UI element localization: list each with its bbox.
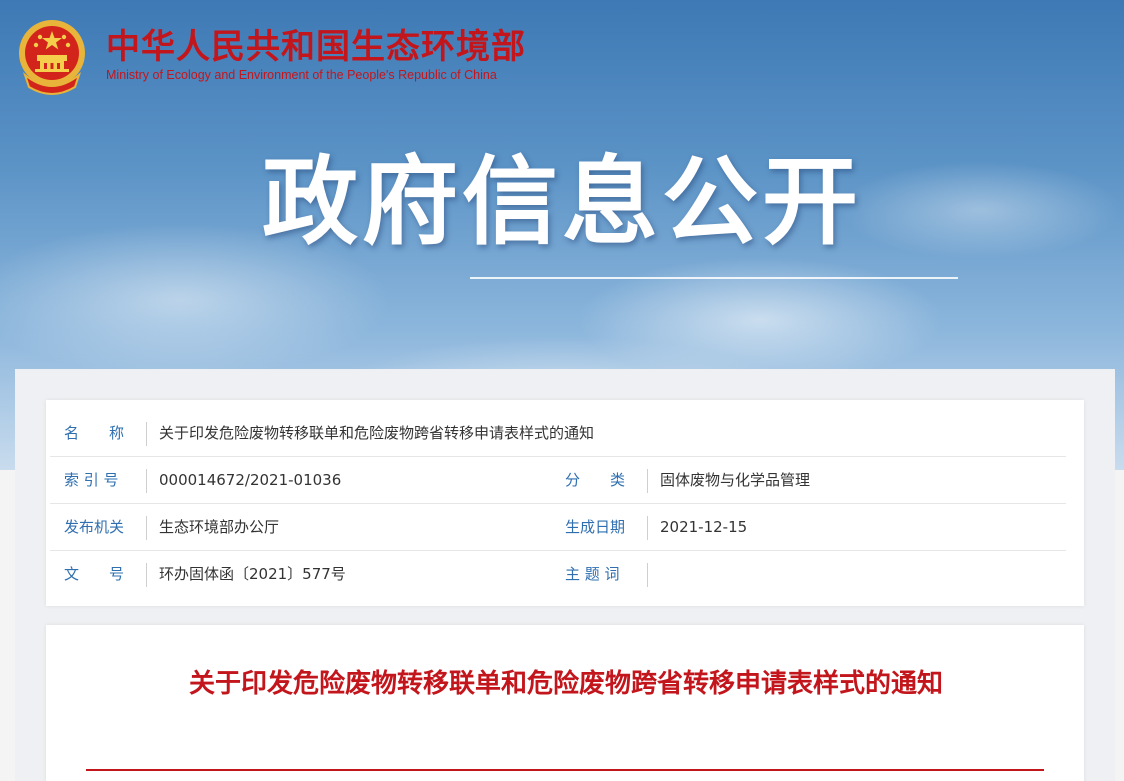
row-divider xyxy=(146,422,147,446)
row-divider xyxy=(146,469,147,493)
national-emblem-icon[interactable] xyxy=(15,17,89,97)
row-divider xyxy=(647,563,648,587)
docno-value: 环办固体函〔2021〕577号 xyxy=(159,565,346,583)
docno-label: 文 号 xyxy=(64,565,125,583)
hero-title: 政府信息公开 xyxy=(262,146,862,258)
document-content-card: 关于印发危险废物转移联单和危险废物跨省转移申请表样式的通知 xyxy=(46,625,1084,781)
document-info-card: 名 称 关于印发危险废物转移联单和危险废物跨省转移申请表样式的通知 索 引 号 … xyxy=(46,400,1084,606)
info-row-index: 索 引 号 000014672/2021-01036 分 类 固体废物与化学品管… xyxy=(46,457,1084,504)
ministry-name-en[interactable]: Ministry of Ecology and Environment of t… xyxy=(106,68,497,82)
row-divider xyxy=(146,516,147,540)
category-label: 分 类 xyxy=(565,471,626,489)
date-value: 2021-12-15 xyxy=(660,518,748,536)
info-row-name: 名 称 关于印发危险废物转移联单和危险废物跨省转移申请表样式的通知 xyxy=(46,410,1084,457)
issuer-value: 生态环境部办公厅 xyxy=(159,518,280,536)
info-row-issuer: 发布机关 生态环境部办公厅 生成日期 2021-12-15 xyxy=(46,504,1084,551)
category-value: 固体废物与化学品管理 xyxy=(660,471,811,489)
row-divider xyxy=(146,563,147,587)
index-value: 000014672/2021-01036 xyxy=(159,471,342,489)
ministry-name-cn[interactable]: 中华人民共和国生态环境部 xyxy=(106,27,526,67)
issuer-label: 发布机关 xyxy=(64,518,125,536)
index-label: 索 引 号 xyxy=(64,471,119,489)
name-value: 关于印发危险废物转移联单和危险废物跨省转移申请表样式的通知 xyxy=(159,424,595,442)
document-title: 关于印发危险废物转移联单和危险废物跨省转移申请表样式的通知 xyxy=(188,669,943,699)
hero-divider xyxy=(470,277,958,279)
row-divider xyxy=(647,469,648,493)
title-underline xyxy=(86,769,1044,771)
name-label: 名 称 xyxy=(64,424,125,442)
date-label: 生成日期 xyxy=(565,518,626,536)
row-divider xyxy=(647,516,648,540)
keywords-label: 主 题 词 xyxy=(565,565,620,583)
info-row-docno: 文 号 环办固体函〔2021〕577号 主 题 词 xyxy=(46,551,1084,598)
